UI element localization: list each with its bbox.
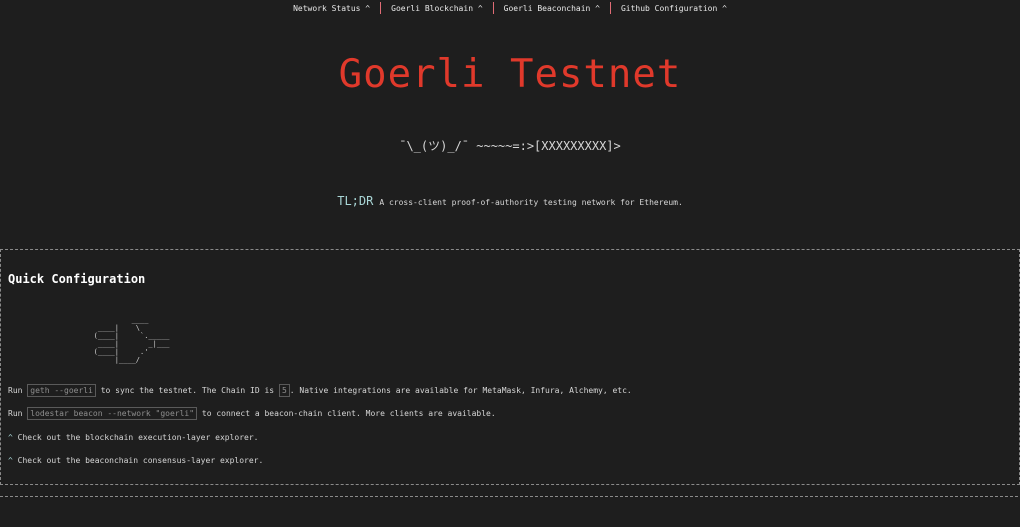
lodestar-command: lodestar beacon --network "goerli": [27, 407, 198, 420]
nav-network-status[interactable]: Network Status ^: [283, 4, 380, 13]
lodestar-instruction: Run lodestar beacon --network "goerli" t…: [8, 407, 496, 420]
tldr: TL;DR A cross-client proof-of-authority t…: [0, 190, 1020, 209]
run-label: Run: [8, 409, 23, 418]
ascii-art-logo: ____ ____| \ (____| `._____ ____| _|___ …: [93, 316, 170, 364]
beaconchain-explorer-link[interactable]: ^ Check out the beaconchain consensus-la…: [8, 456, 263, 465]
integrations-text: . Native integrations are available for …: [289, 386, 632, 395]
chain-id: 5: [278, 384, 290, 397]
next-section: [0, 496, 1018, 527]
beaconchain-explorer-text: Check out the beaconchain consensus-laye…: [17, 456, 264, 465]
geth-instruction: Run geth --goerli to sync the testnet. T…: [8, 384, 632, 397]
nav-github-configuration[interactable]: Github Configuration ^: [611, 4, 737, 13]
caret-icon: ^: [8, 456, 13, 465]
geth-command: geth --goerli: [27, 384, 96, 397]
page-title: Goerli Testnet: [338, 52, 682, 97]
shrug-banner: ¯\_(ツ)_/¯ ~~~~~=:>[XXXXXXXXX]>: [399, 139, 621, 153]
run-label: Run: [8, 386, 23, 395]
top-nav: Network Status ^ Goerli Blockchain ^ Goe…: [0, 0, 1020, 16]
tldr-label: TL;DR: [337, 194, 374, 208]
sync-text: to sync the testnet. The Chain ID is: [100, 386, 275, 395]
section-heading: Quick Configuration: [8, 272, 146, 286]
blockchain-explorer-text: Check out the blockchain execution-layer…: [17, 433, 259, 442]
quick-configuration-section: Quick Configuration ____ ____| \ (____| …: [0, 249, 1020, 485]
blockchain-explorer-link[interactable]: ^ Check out the blockchain execution-lay…: [8, 433, 258, 442]
beacon-text: to connect a beacon-chain client. More c…: [201, 409, 496, 418]
tldr-text: A cross-client proof-of-authority testin…: [379, 198, 683, 207]
nav-goerli-beaconchain[interactable]: Goerli Beaconchain ^: [494, 4, 610, 13]
caret-icon: ^: [8, 433, 13, 442]
nav-goerli-blockchain[interactable]: Goerli Blockchain ^: [381, 4, 493, 13]
